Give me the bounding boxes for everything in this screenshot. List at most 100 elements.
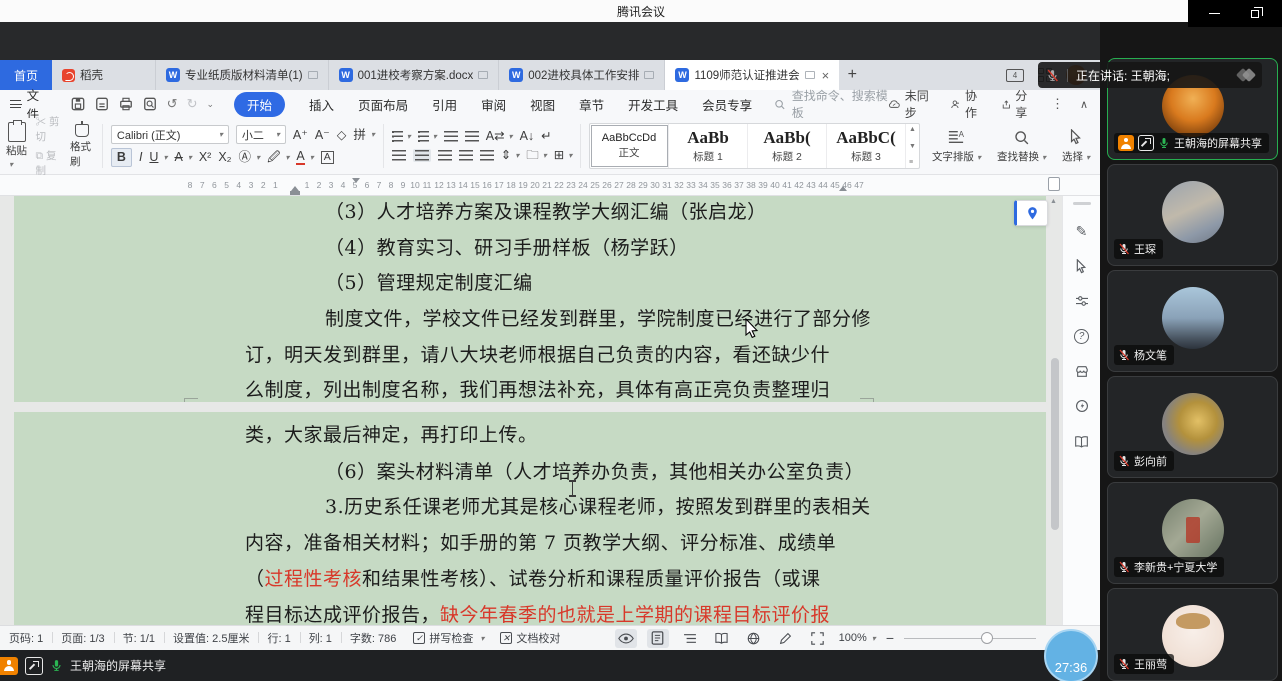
tab-references[interactable]: 引用: [432, 95, 457, 114]
decrease-indent-button[interactable]: [444, 131, 458, 142]
undo-icon[interactable]: ↺: [167, 96, 178, 112]
zoom-slider-thumb[interactable]: [981, 632, 993, 644]
align-center-button[interactable]: [413, 149, 431, 162]
redo-icon[interactable]: ↻: [187, 96, 198, 112]
print-icon[interactable]: [119, 97, 134, 112]
document-text-line[interactable]: 制度文件，学校文件已经发到群里，学院制度已经进行了部分修: [325, 304, 871, 331]
subscript-button[interactable]: X₂: [218, 151, 231, 164]
find-replace-button[interactable]: 查找替换▾: [993, 122, 1050, 170]
asian-layout-button[interactable]: A⇄▾: [486, 130, 513, 143]
document-text-line[interactable]: 么制度，列出制度名称，我们再想法补充，具体有高正亮负责整理归: [245, 375, 830, 402]
tab-close-icon[interactable]: ×: [822, 68, 830, 83]
split-view-icon[interactable]: 4: [1006, 69, 1024, 82]
horizontal-ruler[interactable]: 8765432112345678910111213141516171819202…: [0, 175, 1100, 196]
ruler-page-icon[interactable]: [1048, 177, 1060, 191]
status-item[interactable]: 页面: 1/3: [52, 630, 113, 646]
decrease-font-button[interactable]: A⁻: [315, 129, 330, 142]
align-left-button[interactable]: [392, 150, 406, 161]
share-button[interactable]: 分享: [1001, 87, 1035, 121]
skill-center-icon[interactable]: [1073, 397, 1091, 415]
tab-doc-3[interactable]: W 002进校具体工作安排: [499, 60, 665, 90]
document-area[interactable]: （3）人才培养方案及课程教学大纲汇编（张启龙）（4）教育实习、研习手册样板（杨学…: [0, 196, 1100, 625]
char-shading-button[interactable]: A: [321, 151, 334, 164]
zoom-slider[interactable]: [904, 631, 1036, 645]
web-view-button[interactable]: [743, 629, 765, 648]
document-text-line[interactable]: 类，大家最后神定，再打印上传。: [245, 420, 538, 447]
reading-book-icon[interactable]: [1073, 432, 1091, 450]
minimize-button[interactable]: [1201, 4, 1229, 24]
status-item[interactable]: 设置值: 2.5厘米: [164, 630, 258, 646]
document-text-line[interactable]: 内容，准备相关材料；如手册的第 7 页教学大纲、评分标准、成绩单: [245, 528, 836, 555]
sync-status[interactable]: 未同步: [888, 87, 934, 121]
text-effects-button[interactable]: Ⓐ▾: [239, 151, 261, 164]
status-item[interactable]: 列: 1: [300, 630, 341, 646]
styles-down-icon[interactable]: ▼: [909, 143, 916, 150]
hanging-indent-marker[interactable]: [290, 191, 300, 195]
styles-up-icon[interactable]: ▲: [909, 126, 916, 133]
command-search-input[interactable]: 查找命令、搜索模板: [774, 87, 888, 121]
zoom-out-button[interactable]: −: [886, 630, 894, 646]
copy-button[interactable]: ⧉ 复制: [36, 148, 62, 178]
zoom-level[interactable]: 100%▾: [839, 632, 876, 644]
spell-check-toggle[interactable]: ✓ 拼写检查 ▾: [405, 630, 492, 646]
adjust-settings-icon[interactable]: [1073, 292, 1091, 310]
participant-tile-wangchen[interactable]: 王琛: [1107, 164, 1278, 266]
document-text-line[interactable]: （3）人才培养方案及课程教学大纲汇编（张启龙）: [325, 197, 767, 224]
ink-annotate-icon[interactable]: ✎: [1073, 222, 1091, 240]
line-spacing-button[interactable]: ⇕▾: [501, 149, 520, 162]
document-text-line[interactable]: （过程性考核和结果性考核）、试卷分析和课程质量评价报告（或课: [245, 564, 821, 591]
italic-button[interactable]: I: [139, 151, 142, 164]
align-right-button[interactable]: [438, 150, 452, 161]
restore-button[interactable]: [1241, 4, 1269, 24]
tab-page-layout[interactable]: 页面布局: [358, 95, 408, 114]
tab-dev-tools[interactable]: 开发工具: [628, 95, 678, 114]
increase-indent-button[interactable]: [465, 131, 479, 142]
style-heading-2[interactable]: AaBb( 标题 2: [748, 124, 827, 168]
read-view-button[interactable]: [711, 629, 733, 648]
save-icon[interactable]: [71, 97, 86, 112]
text-layout-button[interactable]: A 文字排版▾: [928, 122, 985, 170]
fit-page-button[interactable]: [807, 629, 829, 648]
tab-insert[interactable]: 插入: [309, 95, 334, 114]
select-cursor-icon[interactable]: [1073, 257, 1091, 275]
quickbar-more-icon[interactable]: ⌄: [206, 99, 214, 110]
styles-more-icon[interactable]: ≡: [909, 159, 916, 166]
status-item[interactable]: 节: 1/1: [114, 630, 164, 646]
toolbar-drag-handle[interactable]: [1073, 202, 1091, 205]
increase-font-button[interactable]: A⁺: [293, 129, 308, 142]
document-text-line[interactable]: 订，明天发到群里，请八大块老师根据自己负责的内容，看还缺少什: [245, 340, 830, 367]
page-view-button[interactable]: [647, 629, 669, 648]
document-page[interactable]: （3）人才培养方案及课程教学大纲汇编（张启龙）（4）教育实习、研习手册样板（杨学…: [14, 196, 1046, 625]
style-normal[interactable]: AaBbCcDd 正文: [590, 124, 669, 168]
status-item[interactable]: 字数: 786: [341, 630, 405, 646]
bold-button[interactable]: B: [111, 148, 132, 167]
participant-tile-yangwenbi[interactable]: 杨文笔: [1107, 270, 1278, 372]
tab-member[interactable]: 会员专享: [702, 95, 752, 114]
shading-button[interactable]: 🗀▾: [526, 149, 547, 162]
tab-doc-2[interactable]: W 001进校考察方案.docx: [329, 60, 500, 90]
strikethrough-button[interactable]: A▾: [174, 151, 191, 164]
format-painter-button[interactable]: 格式刷: [70, 122, 94, 170]
justify-button[interactable]: [459, 150, 473, 161]
review-pen-button[interactable]: [775, 629, 797, 648]
paste-button[interactable]: 粘贴▾: [6, 122, 28, 170]
tab-doc-active[interactable]: W 1109师范认证推进会 ×: [665, 60, 839, 90]
superscript-button[interactable]: X²: [199, 151, 212, 164]
cut-button[interactable]: ✂ 剪切: [36, 114, 62, 144]
print-preview-icon[interactable]: [143, 97, 158, 112]
tab-home[interactable]: 开始: [234, 92, 285, 117]
numbering-button[interactable]: ▾: [418, 131, 437, 142]
font-size-select[interactable]: 小二▾: [236, 125, 286, 144]
tab-review[interactable]: 审阅: [481, 95, 506, 114]
eye-protect-toggle[interactable]: [615, 629, 637, 648]
right-indent-marker[interactable]: [839, 186, 847, 191]
font-color-button[interactable]: A▾: [296, 150, 313, 166]
phonetic-guide-button[interactable]: 拼▾: [353, 129, 375, 142]
collaborate-button[interactable]: 协作: [950, 87, 984, 121]
select-button[interactable]: 选择▾: [1058, 122, 1094, 170]
doc-locate-button[interactable]: [1014, 200, 1048, 226]
tab-doc-1[interactable]: W 专业纸质版材料清单(1): [156, 60, 329, 90]
tab-docer[interactable]: 稻壳: [52, 60, 156, 90]
first-line-indent-marker[interactable]: [352, 178, 360, 183]
highlight-color-button[interactable]: 🖉▾: [267, 151, 289, 164]
